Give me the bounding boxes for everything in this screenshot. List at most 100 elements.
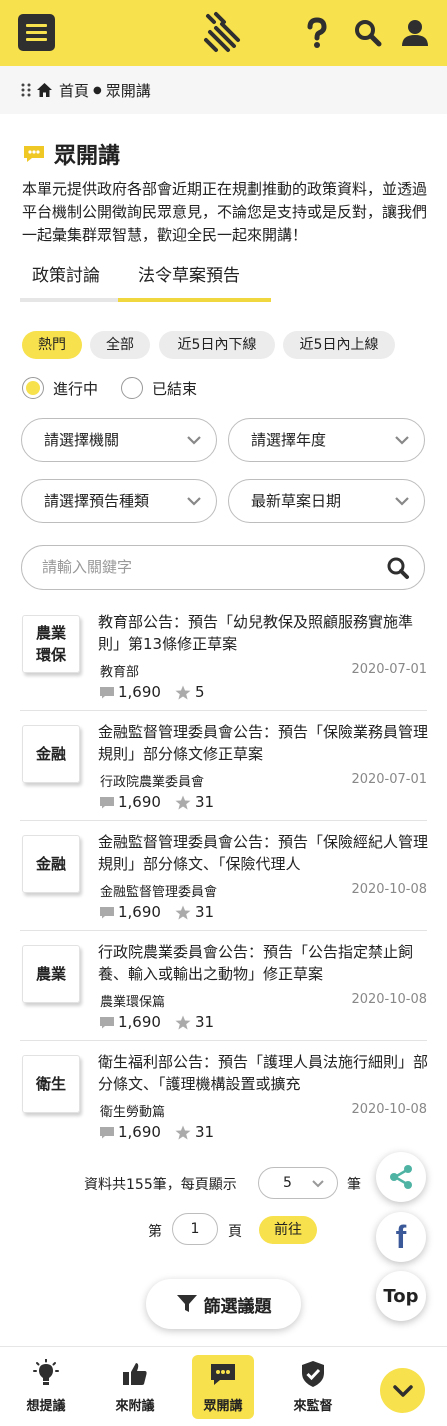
pagination-summary: 資料共155筆，每頁顯示 — [84, 1177, 237, 1193]
category-tag: 衛生 — [22, 1055, 80, 1113]
star-count: 31 — [194, 1013, 215, 1031]
search-icon[interactable] — [353, 17, 383, 49]
user-icon[interactable] — [400, 17, 430, 49]
item-title[interactable]: 金融監督管理委員會公告：預告「保險業務員管理規則」部分條文修正草案 — [98, 721, 428, 765]
radio-ended-indicator[interactable] — [121, 377, 143, 399]
radio-ongoing[interactable]: 進行中 — [22, 377, 98, 399]
star-count: 31 — [194, 793, 215, 811]
back-to-top-button[interactable]: Top — [376, 1271, 426, 1321]
search-icon[interactable] — [386, 556, 410, 580]
radio-ended[interactable]: 已結束 — [121, 377, 197, 399]
tab-draft-notice[interactable]: 法令草案預告 — [118, 258, 271, 302]
item-date: 2020-10-08 — [351, 882, 427, 897]
search-placeholder: 請輸入關鍵字 — [42, 558, 133, 576]
item-title[interactable]: 衛生福利部公告：預告「護理人員法施行細則」部分條文、「護理機構設置或擴充 — [98, 1051, 428, 1095]
item-date: 2020-10-08 — [351, 992, 427, 1007]
item-agency: 行政院農業委員會 — [100, 775, 205, 790]
divider — [20, 710, 427, 711]
year-select[interactable]: 請選擇年度 — [228, 418, 425, 462]
chat-icon — [24, 146, 44, 162]
chip-online-5days[interactable]: 近5日內上線 — [283, 331, 395, 359]
comment-count: 1,690 — [118, 793, 161, 811]
nav-monitor-label: 來監督 — [293, 1399, 333, 1414]
tab-policy-discussion[interactable]: 政策討論 — [20, 258, 118, 302]
category-tag: 金融 — [22, 725, 80, 783]
item-stats: 1,690 5 — [99, 683, 205, 701]
star-count: 31 — [194, 1123, 215, 1141]
comment-icon — [100, 686, 114, 698]
radio-ended-label: 已結束 — [152, 379, 198, 398]
star-icon — [175, 1015, 191, 1029]
chip-offline-5days[interactable]: 近5日內下線 — [159, 331, 275, 359]
expand-down-button[interactable] — [380, 1368, 425, 1413]
nav-propose[interactable]: 想提議 — [15, 1355, 77, 1419]
top-header — [0, 0, 447, 66]
agency-select-value: 請選擇機關 — [44, 431, 120, 449]
share-icon — [390, 1165, 412, 1189]
item-agency: 衛生勞動篇 — [100, 1105, 166, 1120]
star-count: 31 — [194, 903, 215, 921]
notice-type-select[interactable]: 請選擇預告種類 — [21, 479, 217, 523]
item-stats: 1,690 31 — [99, 903, 214, 921]
nav-monitor[interactable]: 來監督 — [282, 1355, 344, 1419]
comment-icon — [100, 906, 114, 918]
menu-button[interactable] — [18, 14, 55, 51]
breadcrumb-home-link[interactable]: 首頁 — [59, 80, 89, 101]
keyword-search-input[interactable]: 請輸入關鍵字 — [21, 545, 425, 590]
nav-discuss-label: 眾開講 — [203, 1399, 243, 1414]
nav-discuss[interactable]: 眾開講 — [192, 1355, 254, 1419]
chevron-down-icon — [187, 436, 201, 445]
hands-logo-icon[interactable] — [200, 10, 246, 56]
chat-icon — [211, 1364, 235, 1385]
per-page-select[interactable]: 5 — [258, 1167, 338, 1199]
chip-hot[interactable]: 熱門 — [22, 331, 82, 359]
item-title[interactable]: 行政院農業委員會公告：預告「公告指定禁止飼養、輸入或輸出之動物」修正草案 — [98, 941, 428, 985]
item-title[interactable]: 教育部公告：預告「幼兒教保及照顧服務實施準則」第13條修正草案 — [98, 611, 428, 655]
filter-topics-label: 篩選議題 — [203, 1296, 272, 1317]
comment-count: 1,690 — [118, 903, 161, 921]
year-select-value: 請選擇年度 — [251, 431, 327, 449]
nav-second[interactable]: 來附議 — [104, 1355, 166, 1419]
sort-select[interactable]: 最新草案日期 — [228, 479, 425, 523]
item-agency: 教育部 — [100, 665, 140, 680]
item-agency: 農業環保篇 — [100, 995, 166, 1010]
go-page-button[interactable]: 前往 — [259, 1216, 317, 1244]
page-number-input[interactable]: 1 — [172, 1213, 218, 1245]
breadcrumb-current: 眾開講 — [105, 81, 151, 100]
breadcrumb-separator: ● — [93, 84, 102, 96]
comment-icon — [100, 1016, 114, 1028]
star-icon — [175, 905, 191, 919]
drag-dots-icon — [21, 83, 31, 97]
facebook-icon: f — [395, 1218, 407, 1255]
home-icon[interactable] — [36, 82, 53, 98]
notice-type-select-value: 請選擇預告種類 — [44, 492, 150, 510]
item-stats: 1,690 31 — [99, 793, 214, 811]
help-icon[interactable] — [302, 17, 332, 49]
share-button[interactable] — [376, 1152, 426, 1202]
lightbulb-icon — [33, 1359, 59, 1385]
chip-all[interactable]: 全部 — [90, 331, 150, 359]
category-tag: 農業環保 — [22, 615, 80, 673]
radio-ongoing-indicator[interactable] — [22, 377, 44, 399]
category-tag: 農業 — [22, 945, 80, 1003]
list-item[interactable]: 衛生 衛生福利部公告：預告「護理人員法施行細則」部分條文、「護理機構設置或擴充 … — [0, 1053, 447, 1165]
category-tag: 金融 — [22, 835, 80, 893]
list-item[interactable]: 金融 金融監督管理委員會公告：預告「保險業務員管理規則」部分條文修正草案 行政院… — [0, 723, 447, 835]
filter-topics-button[interactable]: 篩選議題 — [146, 1279, 301, 1329]
comment-count: 1,690 — [118, 683, 161, 701]
page-title: 眾開講 — [22, 138, 120, 170]
list-item[interactable]: 金融 金融監督管理委員會公告：預告「保險經紀人管理規則」部分條文、「保險代理人 … — [0, 833, 447, 945]
facebook-button[interactable]: f — [376, 1212, 426, 1262]
list-item[interactable]: 農業環保 教育部公告：預告「幼兒教保及照顧服務實施準則」第13條修正草案 教育部… — [0, 613, 447, 725]
divider — [20, 930, 427, 931]
page-title-text: 眾開講 — [54, 144, 121, 169]
thumbs-up-icon — [123, 1363, 147, 1385]
item-date: 2020-07-01 — [351, 772, 427, 787]
chevron-down-icon — [392, 1384, 413, 1397]
agency-select[interactable]: 請選擇機關 — [21, 418, 217, 462]
chevron-down-icon — [187, 497, 201, 506]
chevron-down-icon — [312, 1180, 324, 1188]
radio-ongoing-label: 進行中 — [53, 379, 99, 398]
list-item[interactable]: 農業 行政院農業委員會公告：預告「公告指定禁止飼養、輸入或輸出之動物」修正草案 … — [0, 943, 447, 1055]
item-title[interactable]: 金融監督管理委員會公告：預告「保險經紀人管理規則」部分條文、「保險代理人 — [98, 831, 428, 875]
